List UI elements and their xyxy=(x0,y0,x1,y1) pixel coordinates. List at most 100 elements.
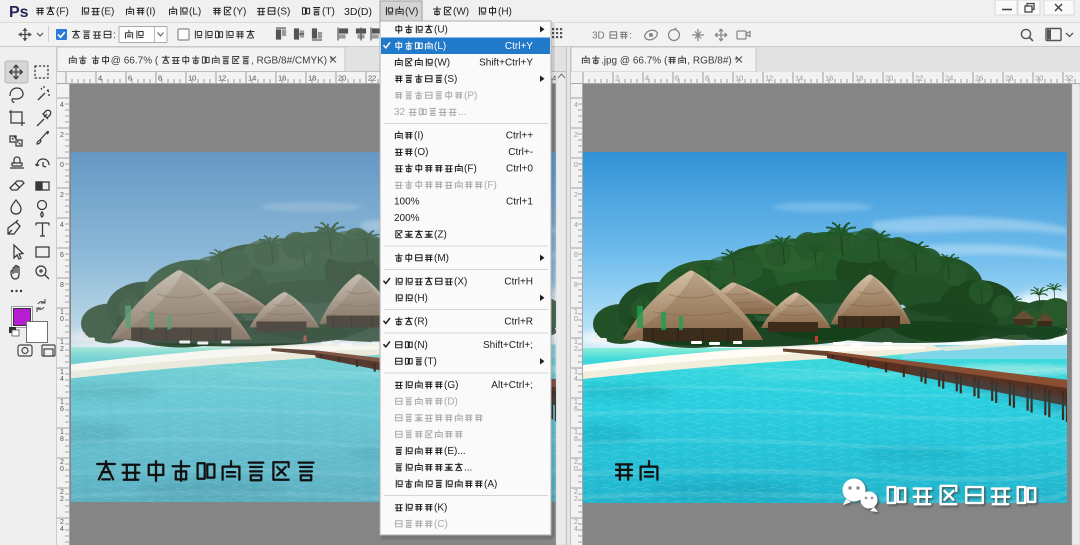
svg-text:20: 20 xyxy=(338,74,346,83)
svg-text:(U): (U) xyxy=(434,25,448,36)
svg-text:4: 4 xyxy=(60,102,64,109)
svg-text:...: ... xyxy=(464,463,472,474)
svg-text:2: 2 xyxy=(574,519,578,526)
svg-text:1: 1 xyxy=(60,369,64,376)
svg-text:6: 6 xyxy=(128,74,132,83)
svg-text:1: 1 xyxy=(60,399,64,406)
svg-text:4: 4 xyxy=(645,74,649,83)
svg-text:4: 4 xyxy=(60,376,64,383)
svg-text:1: 1 xyxy=(574,399,578,406)
svg-text:@ 66.7% (: @ 66.7% ( xyxy=(111,55,159,66)
svg-text:(E): (E) xyxy=(101,7,114,18)
svg-text:16: 16 xyxy=(825,74,833,83)
svg-text:1: 1 xyxy=(574,309,578,316)
svg-text:Ctrl+Y: Ctrl+Y xyxy=(505,41,533,52)
svg-text:, RGB/8#/CMYK) *: , RGB/8#/CMYK) * xyxy=(251,55,334,66)
svg-text:(Y): (Y) xyxy=(233,7,246,18)
svg-text:22: 22 xyxy=(915,74,923,83)
svg-text:4: 4 xyxy=(574,102,578,109)
svg-text:0: 0 xyxy=(60,162,64,169)
svg-text:2: 2 xyxy=(60,192,64,199)
svg-text:(H): (H) xyxy=(414,293,428,304)
svg-text:(L): (L) xyxy=(189,7,201,18)
svg-text:0: 0 xyxy=(60,466,64,473)
svg-text:(N): (N) xyxy=(414,340,428,351)
svg-text:3D(D): 3D(D) xyxy=(344,6,372,18)
svg-text:2: 2 xyxy=(615,74,619,83)
svg-text:4: 4 xyxy=(60,526,64,533)
svg-text:1: 1 xyxy=(60,309,64,316)
svg-text::: : xyxy=(113,30,116,41)
svg-text:32: 32 xyxy=(394,107,406,118)
svg-text:32: 32 xyxy=(1065,74,1073,83)
svg-text:(W): (W) xyxy=(434,58,450,69)
svg-text:0: 0 xyxy=(574,162,578,169)
svg-text:(I): (I) xyxy=(146,7,155,18)
svg-text:8: 8 xyxy=(574,436,578,443)
svg-text:22: 22 xyxy=(368,74,376,83)
svg-text:Ctrl+-: Ctrl+- xyxy=(508,147,533,158)
svg-text:(K): (K) xyxy=(434,503,447,514)
svg-text:2: 2 xyxy=(60,519,64,526)
svg-text:10: 10 xyxy=(188,74,196,83)
svg-text:2: 2 xyxy=(60,459,64,466)
svg-text:(L): (L) xyxy=(434,41,446,52)
svg-text:2: 2 xyxy=(574,192,578,199)
svg-text:18: 18 xyxy=(308,74,316,83)
svg-text:4: 4 xyxy=(574,376,578,383)
svg-text:1: 1 xyxy=(574,339,578,346)
svg-text:26: 26 xyxy=(975,74,983,83)
svg-text:(A): (A) xyxy=(484,479,497,490)
svg-text:...: ... xyxy=(458,107,466,118)
svg-text:12: 12 xyxy=(218,74,226,83)
svg-text:Alt+Ctrl+;: Alt+Ctrl+; xyxy=(491,380,533,391)
svg-text:2: 2 xyxy=(60,346,64,353)
svg-text:1: 1 xyxy=(60,339,64,346)
svg-text:(I): (I) xyxy=(414,131,423,142)
svg-text:0: 0 xyxy=(574,466,578,473)
svg-text:18: 18 xyxy=(855,74,863,83)
svg-text:3D: 3D xyxy=(592,31,605,42)
svg-text:20: 20 xyxy=(885,74,893,83)
svg-text:(F): (F) xyxy=(484,180,497,191)
svg-text:(X): (X) xyxy=(454,277,467,288)
svg-text:28: 28 xyxy=(1005,74,1013,83)
svg-text:(F): (F) xyxy=(464,164,477,175)
svg-text:2: 2 xyxy=(574,496,578,503)
svg-text:(F): (F) xyxy=(56,7,69,18)
svg-text:(C): (C) xyxy=(434,519,448,530)
svg-text:8: 8 xyxy=(60,436,64,443)
svg-text:2: 2 xyxy=(574,132,578,139)
svg-text::: : xyxy=(629,31,632,42)
svg-text:2: 2 xyxy=(574,459,578,466)
svg-text:4: 4 xyxy=(60,222,64,229)
svg-text:16: 16 xyxy=(278,74,286,83)
svg-text:(E)...: (E)... xyxy=(444,446,466,457)
svg-text:1: 1 xyxy=(574,429,578,436)
svg-text:100%: 100% xyxy=(394,197,420,208)
svg-text:10: 10 xyxy=(735,74,743,83)
svg-text:6: 6 xyxy=(574,252,578,259)
svg-text:(R): (R) xyxy=(414,317,428,328)
svg-text:8: 8 xyxy=(60,282,64,289)
svg-text:6: 6 xyxy=(574,406,578,413)
svg-text:(G): (G) xyxy=(444,380,458,391)
svg-text:6: 6 xyxy=(60,406,64,413)
svg-text:4: 4 xyxy=(574,526,578,533)
svg-text:2: 2 xyxy=(60,489,64,496)
svg-text:2: 2 xyxy=(60,132,64,139)
svg-text:(D): (D) xyxy=(444,397,458,408)
svg-text:12: 12 xyxy=(765,74,773,83)
svg-text:Shift+Ctrl+Y: Shift+Ctrl+Y xyxy=(479,58,533,69)
svg-text:1: 1 xyxy=(574,369,578,376)
svg-text:14: 14 xyxy=(248,74,256,83)
svg-text:4: 4 xyxy=(98,74,102,83)
svg-text:Ctrl+R: Ctrl+R xyxy=(504,317,533,328)
svg-text:(H): (H) xyxy=(498,7,512,18)
svg-text:6: 6 xyxy=(675,74,679,83)
svg-text:(P): (P) xyxy=(464,91,477,102)
svg-text:2: 2 xyxy=(574,346,578,353)
svg-text:.jpg @ 66.7% (: .jpg @ 66.7% ( xyxy=(601,55,668,66)
svg-text:(T): (T) xyxy=(424,357,437,368)
svg-text:Shift+Ctrl+;: Shift+Ctrl+; xyxy=(483,340,533,351)
